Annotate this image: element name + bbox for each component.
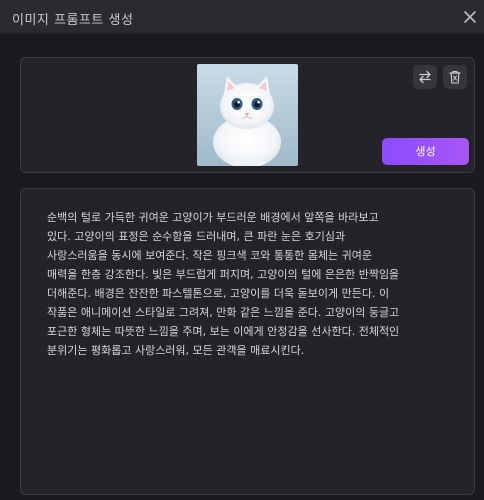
delete-button[interactable] [443,65,467,89]
title-bar: 이미지 프롬프트 생성 [0,0,484,34]
close-button[interactable] [460,7,480,27]
swap-button[interactable] [413,65,437,89]
close-icon [460,7,480,27]
image-panel: 생성 [20,57,475,173]
prompt-text[interactable]: 순백의 털로 가득한 귀여운 고양이가 부드러운 배경에서 앞쪽을 바라보고 있… [47,208,451,360]
swap-icon [413,69,437,85]
generate-button[interactable]: 생성 [382,138,469,165]
generated-image-thumbnail[interactable] [197,64,298,166]
prompt-panel: 순백의 털로 가득한 귀여운 고양이가 부드러운 배경에서 앞쪽을 바라보고 있… [20,188,475,495]
trash-icon [443,69,467,85]
cat-image [197,64,298,166]
window-title: 이미지 프롬프트 생성 [12,13,134,28]
